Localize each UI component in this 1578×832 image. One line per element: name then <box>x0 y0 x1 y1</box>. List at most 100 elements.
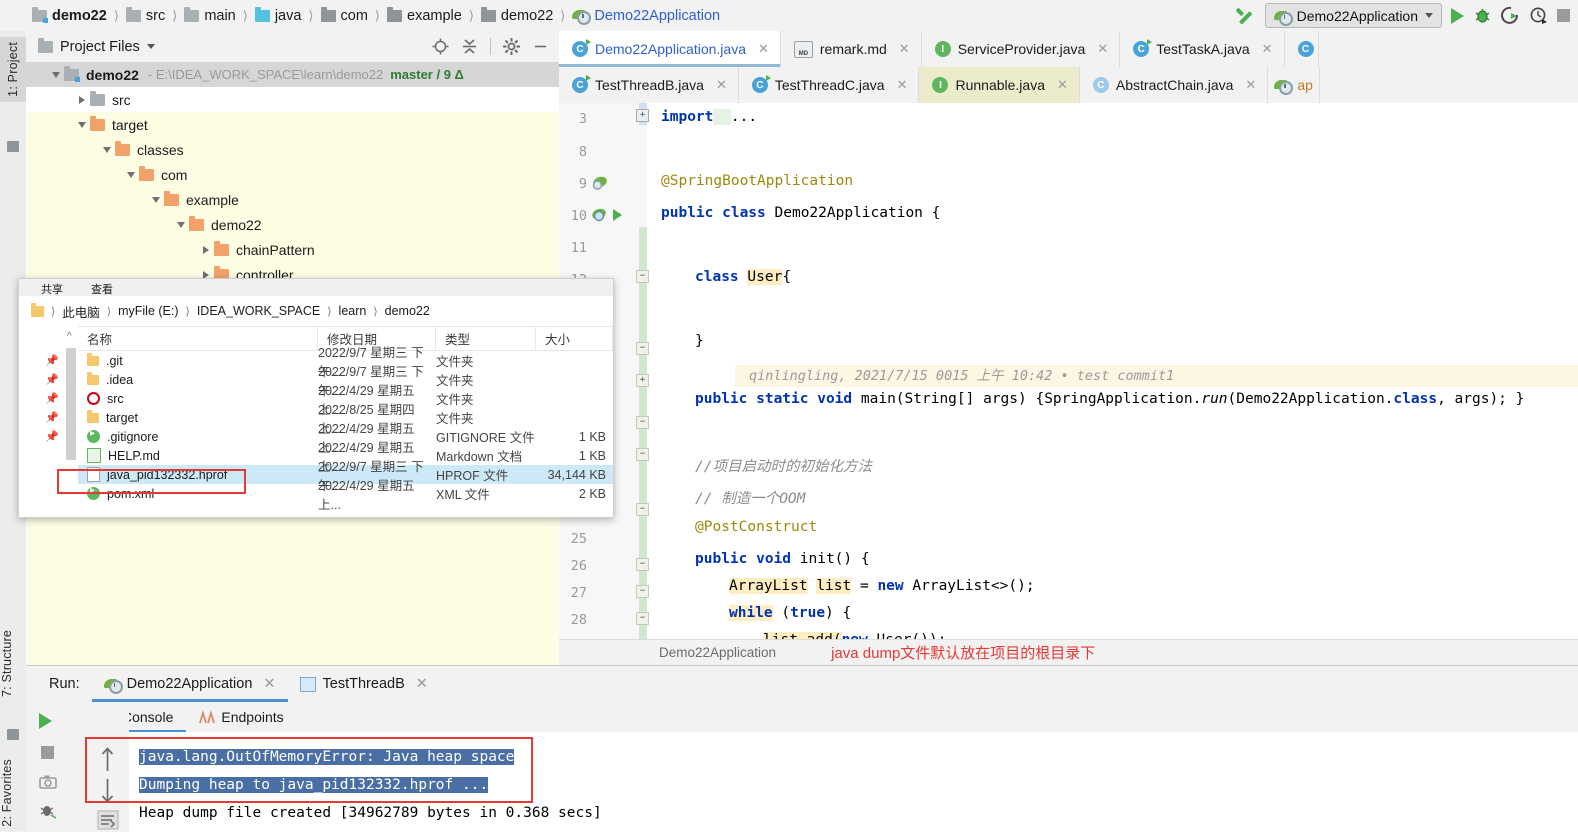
console-output[interactable]: java.lang.OutOfMemoryError: Java heap sp… <box>129 732 1578 832</box>
hide-icon[interactable] <box>532 38 549 55</box>
structure-icon[interactable] <box>7 729 19 740</box>
tree-row-example[interactable]: example <box>26 187 559 212</box>
twisty-down-icon[interactable] <box>48 71 64 78</box>
tab-demo22application-java[interactable]: C Demo22Application.java ✕ <box>559 31 781 67</box>
run-gutter-icon[interactable] <box>613 209 622 221</box>
chevron-down-icon[interactable] <box>146 44 155 49</box>
run-configuration-selector[interactable]: Demo22Application <box>1264 3 1442 28</box>
breadcrumb-item-example[interactable]: example <box>385 6 464 24</box>
run-with-coverage-icon[interactable] <box>1501 6 1520 25</box>
run-tab-testthreadb[interactable]: TestThreadB ✕ <box>288 666 440 702</box>
stop-icon[interactable] <box>1557 9 1570 22</box>
tab-application-properties[interactable]: ap <box>1268 67 1320 103</box>
close-icon[interactable]: ✕ <box>263 676 275 692</box>
close-icon[interactable]: ✕ <box>716 77 727 93</box>
close-icon[interactable]: ✕ <box>1262 41 1273 57</box>
twisty-down-icon[interactable] <box>99 146 115 153</box>
pin-icon[interactable]: 📌 <box>45 430 59 443</box>
breadcrumb-item-demo22-pkg[interactable]: demo22 <box>479 6 555 24</box>
explorer-row[interactable]: pom.xml 2022/4/29 星期五 上... XML 文件 2 KB <box>78 479 613 512</box>
scroll-up-icon[interactable]: ^ <box>67 331 72 342</box>
menu-item-share[interactable]: 共享 <box>41 285 63 296</box>
explorer-scrollbar[interactable]: ^ <box>64 326 78 517</box>
column-header-type[interactable]: 类型 <box>436 326 536 350</box>
sidebar-item-favorites[interactable]: 2: Favorites <box>0 759 14 827</box>
tab-runnable-java[interactable]: I Runnable.java ✕ <box>919 67 1080 103</box>
tab-overflow-right[interactable]: C <box>1284 31 1319 67</box>
close-icon[interactable]: ✕ <box>1057 77 1068 93</box>
pin-icon[interactable]: 📌 <box>45 373 59 386</box>
tab-abstractchain-java[interactable]: C AbstractChain.java ✕ <box>1079 67 1269 103</box>
breadcrumb-item-demo22application[interactable]: Demo22Application <box>570 7 722 25</box>
address-item-myfile[interactable]: myFile (E:) <box>118 304 178 318</box>
folded-imports[interactable]: ... <box>731 109 757 125</box>
run-icon[interactable] <box>1451 7 1464 24</box>
close-icon[interactable]: ✕ <box>899 41 910 57</box>
tree-row-src[interactable]: src <box>26 87 559 112</box>
pin-icon[interactable]: 📌 <box>45 392 59 405</box>
rerun-icon[interactable] <box>39 713 52 729</box>
tree-row-chainpattern[interactable]: chainPattern <box>26 237 559 262</box>
spring-bean-gutter-icon[interactable] <box>591 207 608 224</box>
status-breadcrumb[interactable]: Demo22Application <box>659 645 776 660</box>
tab-testtaska-java[interactable]: C TestTaskA.java ✕ <box>1120 31 1285 67</box>
breadcrumb-item-com[interactable]: com <box>319 6 370 24</box>
tab-serviceprovider-java[interactable]: I ServiceProvider.java ✕ <box>921 31 1121 67</box>
address-item-this-pc[interactable]: 此电脑 <box>62 302 100 321</box>
down-arrow-icon[interactable] <box>99 778 116 804</box>
breadcrumb-item-java[interactable]: java <box>253 6 304 24</box>
tab-testthreadc-java[interactable]: C TestThreadC.java ✕ <box>738 67 920 103</box>
sidebar-item-structure[interactable]: 7: Structure <box>0 630 14 697</box>
twisty-right-icon[interactable] <box>74 95 90 104</box>
column-header-size[interactable]: 大小 <box>536 326 613 350</box>
pin-icon[interactable]: 📌 <box>45 354 59 367</box>
twisty-down-icon[interactable] <box>148 196 164 203</box>
run-tab-demo22application[interactable]: Demo22Application ✕ <box>91 666 288 702</box>
explorer-address-bar[interactable]: ⟩ 此电脑 ⟩ myFile (E:) ⟩ IDEA_WORK_SPACE ⟩ … <box>19 296 613 327</box>
twisty-down-icon[interactable] <box>123 171 139 178</box>
column-header-name[interactable]: 名称 <box>78 326 318 350</box>
soft-wrap-icon[interactable] <box>97 810 119 830</box>
build-icon[interactable] <box>1234 5 1256 27</box>
project-icon[interactable] <box>7 141 19 152</box>
vcs-annotation-line[interactable]: qinlingling, 2021/7/15 0015 上午 10:42 • t… <box>735 365 1578 387</box>
file-explorer-dialog[interactable]: 共享 查看 ⟩ 此电脑 ⟩ myFile (E:) ⟩ IDEA_WORK_SP… <box>18 278 614 518</box>
twisty-down-icon[interactable] <box>74 121 90 128</box>
close-icon[interactable]: ✕ <box>1097 41 1108 57</box>
collapse-all-icon[interactable] <box>461 38 478 55</box>
up-arrow-icon[interactable] <box>99 746 116 772</box>
pin-icon[interactable]: 📌 <box>45 411 59 424</box>
sidebar-item-project[interactable]: 1: Project <box>0 37 26 102</box>
debug-icon[interactable] <box>1473 6 1492 25</box>
tree-row-com[interactable]: com <box>26 162 559 187</box>
settings-icon[interactable] <box>503 38 520 55</box>
twisty-right-icon[interactable] <box>198 245 214 254</box>
tab-testthreadb-java[interactable]: C TestThreadB.java ✕ <box>559 67 739 103</box>
address-item-learn[interactable]: learn <box>339 304 367 318</box>
code-editor[interactable]: 3 8 9 10 11 12 13 25 26 27 28 <box>559 103 1578 702</box>
spring-bean-gutter-icon[interactable] <box>591 175 608 192</box>
locate-icon[interactable] <box>432 38 449 55</box>
subtab-endpoints[interactable]: Endpoints <box>186 702 296 732</box>
breadcrumb-item-demo22[interactable]: demo22 <box>30 6 109 24</box>
stop-icon[interactable] <box>41 746 54 759</box>
breadcrumb-item-src[interactable]: src <box>124 6 167 24</box>
address-item-demo22[interactable]: demo22 <box>385 304 430 318</box>
camera-icon[interactable] <box>39 774 57 790</box>
tree-row-classes[interactable]: classes <box>26 137 559 162</box>
breadcrumb-item-main[interactable]: main <box>182 6 237 24</box>
scrollbar-thumb[interactable] <box>66 348 76 460</box>
close-icon[interactable]: ✕ <box>416 676 428 692</box>
debug-icon[interactable] <box>39 802 57 819</box>
profile-icon[interactable] <box>1529 6 1548 25</box>
tree-row-target[interactable]: target <box>26 112 559 137</box>
close-icon[interactable]: ✕ <box>758 41 769 57</box>
close-icon[interactable]: ✕ <box>897 77 908 93</box>
close-icon[interactable]: ✕ <box>1245 77 1256 93</box>
added-lines-marker[interactable] <box>639 227 647 643</box>
twisty-down-icon[interactable] <box>173 221 189 228</box>
address-item-workspace[interactable]: IDEA_WORK_SPACE <box>197 304 320 318</box>
project-root-row[interactable]: demo22 - E:\IDEA_WORK_SPACE\learn\demo22… <box>26 62 559 87</box>
menu-item-view[interactable]: 查看 <box>91 285 113 296</box>
tree-row-demo22[interactable]: demo22 <box>26 212 559 237</box>
